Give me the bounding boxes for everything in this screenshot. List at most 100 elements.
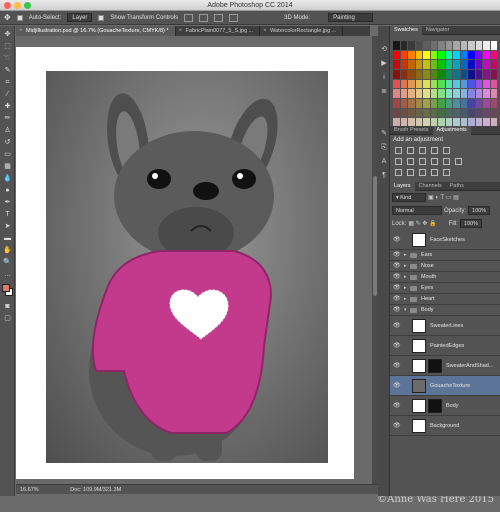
color-swatch[interactable]	[460, 41, 467, 50]
expand-right-icon[interactable]: ▸	[404, 283, 407, 294]
quick-select-tool-icon[interactable]: ✎	[3, 66, 12, 75]
gradient-map-icon[interactable]	[443, 169, 450, 176]
color-swatch[interactable]	[400, 60, 407, 69]
color-lookup-icon[interactable]	[455, 158, 462, 165]
color-swatch[interactable]	[460, 79, 467, 89]
channel-mixer-icon[interactable]	[443, 158, 450, 165]
color-swatch[interactable]	[483, 98, 490, 108]
color-swatch[interactable]	[393, 60, 400, 69]
hand-tool-icon[interactable]: ✋	[3, 246, 12, 255]
layer-row[interactable]: 👁 ▸ Ears	[390, 250, 500, 261]
close-window-icon[interactable]	[4, 2, 11, 9]
auto-select-checkbox[interactable]	[16, 14, 23, 21]
color-swatch[interactable]	[408, 98, 415, 108]
color-swatch[interactable]	[430, 98, 437, 108]
layer-kind-filter[interactable]: ▾ Kind	[392, 193, 426, 202]
color-swatch[interactable]	[438, 79, 445, 89]
color-swatch[interactable]	[408, 79, 415, 89]
color-swatch[interactable]	[490, 50, 497, 60]
expand-right-icon[interactable]: ▸	[404, 294, 407, 305]
visibility-eye-icon[interactable]: 👁	[393, 305, 401, 316]
opacity-field[interactable]: 100%	[468, 206, 491, 215]
color-swatch[interactable]	[423, 98, 430, 108]
color-swatch[interactable]	[423, 60, 430, 69]
color-swatch[interactable]	[453, 98, 460, 108]
color-swatch[interactable]	[460, 98, 467, 108]
color-swatch[interactable]	[453, 60, 460, 69]
color-swatch[interactable]	[468, 50, 475, 60]
color-swatch[interactable]	[408, 108, 415, 118]
layer-row[interactable]: 👁 GouacheTexture	[390, 376, 500, 396]
curves-icon[interactable]	[419, 147, 426, 154]
threshold-icon[interactable]	[419, 169, 426, 176]
layer-row[interactable]: 👁 PaintedEdges	[390, 336, 500, 356]
color-swatch[interactable]	[490, 69, 497, 79]
color-swatch[interactable]	[490, 108, 497, 118]
color-swatch[interactable]	[430, 108, 437, 118]
levels-icon[interactable]	[407, 147, 414, 154]
history-icon[interactable]: ⟲	[380, 46, 388, 54]
visibility-eye-icon[interactable]: 👁	[393, 283, 401, 294]
lock-icons[interactable]: ▦ ✎ ✥ 🔒	[408, 220, 436, 227]
minimize-window-icon[interactable]	[14, 2, 21, 9]
color-swatch[interactable]	[445, 108, 452, 118]
crop-tool-icon[interactable]: ⌗	[3, 78, 12, 87]
color-swatch[interactable]	[400, 69, 407, 79]
color-swatch[interactable]	[453, 41, 460, 50]
layer-row[interactable]: 👁 ▸ Heart	[390, 294, 500, 305]
visibility-eye-icon[interactable]: 👁	[393, 376, 401, 396]
color-swatch[interactable]	[483, 108, 490, 118]
quick-mask-icon[interactable]: ◙	[3, 302, 12, 311]
color-swatch[interactable]	[430, 41, 437, 50]
layer-row[interactable]: 👁 FaceSketches	[390, 230, 500, 250]
color-swatch[interactable]	[483, 79, 490, 89]
color-swatch[interactable]	[475, 89, 482, 98]
clone-stamp-tool-icon[interactable]: ♙	[3, 126, 12, 135]
expand-right-icon[interactable]: ▸	[404, 261, 407, 272]
filter-icons[interactable]: ▣ ◐ T ▭ ▤	[428, 194, 459, 201]
color-swatch[interactable]	[453, 50, 460, 60]
color-swatch[interactable]	[475, 41, 482, 50]
actions-icon[interactable]: ▶	[380, 60, 388, 68]
visibility-eye-icon[interactable]: 👁	[393, 416, 401, 436]
color-swatch[interactable]	[408, 89, 415, 98]
color-swatch[interactable]	[430, 69, 437, 79]
color-swatch[interactable]	[490, 98, 497, 108]
color-swatch[interactable]	[400, 108, 407, 118]
color-swatch[interactable]	[415, 89, 422, 98]
layer-mask-thumbnail[interactable]	[428, 399, 442, 413]
visibility-eye-icon[interactable]: 👁	[393, 316, 401, 336]
zoom-readout[interactable]: 16.67%	[20, 487, 39, 493]
color-swatch[interactable]	[445, 89, 452, 98]
color-swatch[interactable]	[490, 79, 497, 89]
color-swatch[interactable]	[415, 98, 422, 108]
color-swatch[interactable]	[400, 41, 407, 50]
color-swatch[interactable]	[445, 69, 452, 79]
expand-right-icon[interactable]: ▸	[404, 250, 407, 261]
color-swatch[interactable]	[468, 41, 475, 50]
color-swatch[interactable]	[415, 79, 422, 89]
healing-tool-icon[interactable]: ✚	[3, 102, 12, 111]
color-swatch[interactable]	[453, 89, 460, 98]
color-swatch[interactable]	[445, 79, 452, 89]
brush-icon[interactable]: ✎	[380, 130, 388, 138]
color-swatch[interactable]	[445, 50, 452, 60]
color-swatch[interactable]	[475, 108, 482, 118]
color-swatch[interactable]	[475, 69, 482, 79]
properties-icon[interactable]: ≣	[380, 88, 388, 96]
tab-swatches[interactable]: Swatches	[390, 26, 422, 35]
color-swatch[interactable]	[430, 60, 437, 69]
marquee-tool-icon[interactable]: ⬚	[3, 42, 12, 51]
layer-row[interactable]: 👁 Body	[390, 396, 500, 416]
layer-row[interactable]: 👁 ▸ Nose	[390, 261, 500, 272]
color-swatch[interactable]	[483, 89, 490, 98]
move-tool-icon[interactable]: ✥	[3, 30, 12, 39]
color-swatch[interactable]	[400, 89, 407, 98]
color-swatch[interactable]	[393, 89, 400, 98]
color-swatch[interactable]	[430, 89, 437, 98]
tab-document[interactable]: × WatercolorRectangle.jpg ...	[260, 26, 344, 36]
color-swatch[interactable]	[408, 60, 415, 69]
close-tab-icon[interactable]: ×	[263, 26, 267, 36]
color-swatch[interactable]	[445, 60, 452, 69]
color-swatch[interactable]	[393, 79, 400, 89]
